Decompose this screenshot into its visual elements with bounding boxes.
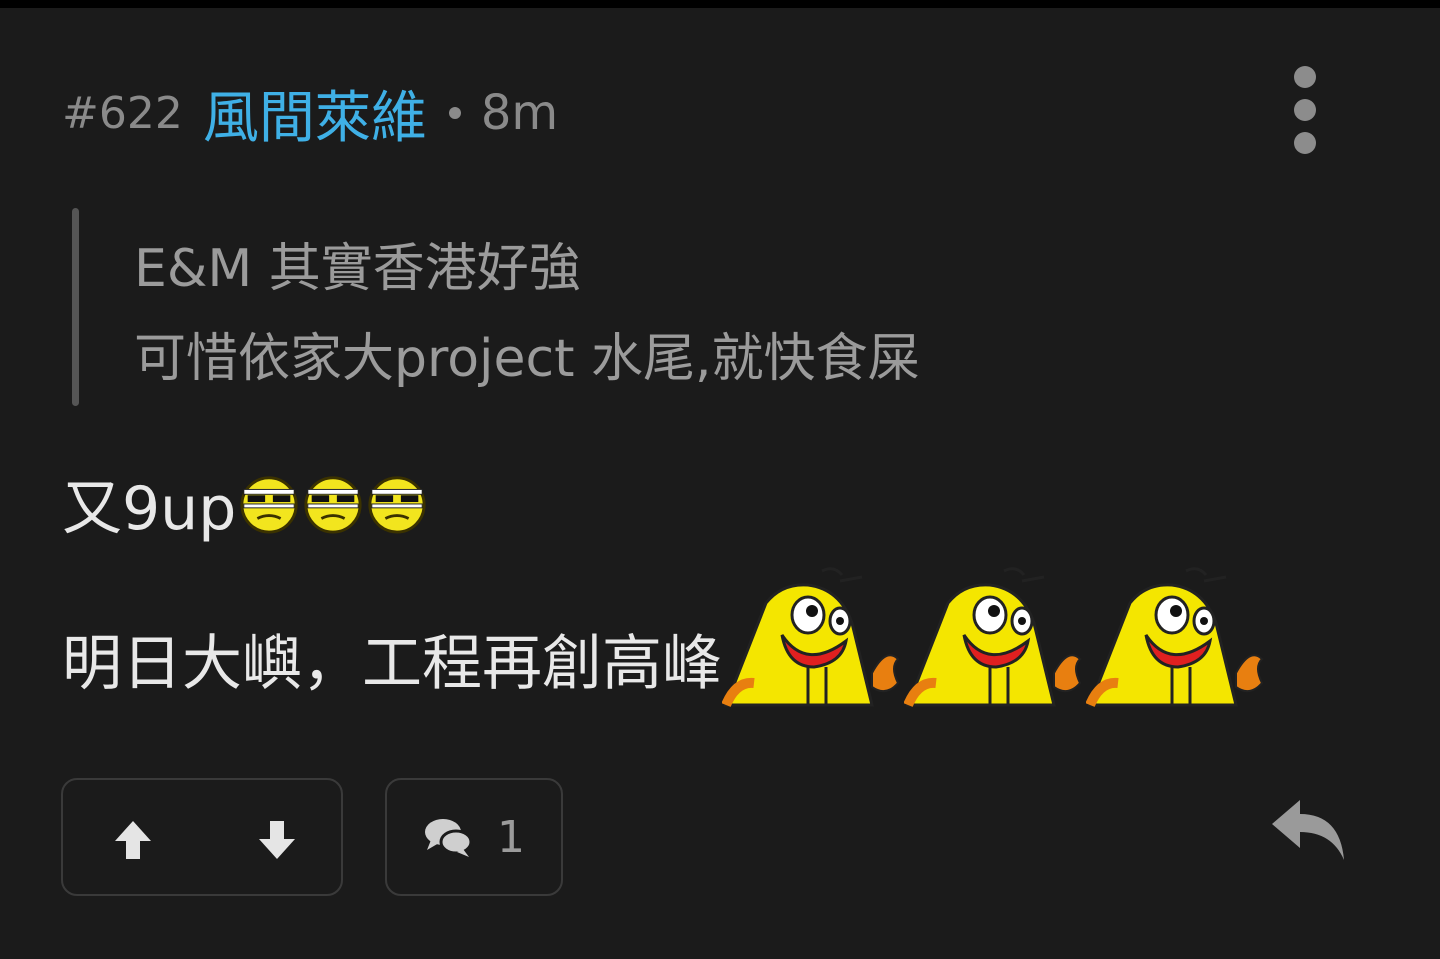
body-text: 又9up [62,473,237,544]
sunglasses-face-emoji [240,476,298,534]
arrow-up-icon [115,821,151,859]
more-dot-icon [1294,132,1316,154]
quoted-reply: E&M 其實香港好強 可惜依家大project 水尾,就快食屎 [72,208,1072,406]
quote-line: 可惜依家大project 水尾,就快食屎 [134,329,920,389]
yellow-chick-emoji [904,567,1082,708]
quote-line: E&M 其實香港好強 [134,239,581,299]
quote-bar [72,208,79,406]
username-link[interactable]: 風間萊維 [203,73,427,154]
body-line: 明日大嶼，工程再創高峰 [62,563,1268,708]
post-header: #622 風間萊維 8m [62,78,559,151]
vote-buttons [61,778,343,896]
comments-button[interactable]: 1 [385,778,563,896]
reply-button[interactable] [1270,798,1346,862]
comments-icon [425,819,473,857]
sunglasses-face-emoji [304,476,362,534]
downvote-button[interactable] [247,810,307,870]
body-line: 又9up [62,463,428,544]
upvote-button[interactable] [103,810,163,870]
reply-arrow-icon [1272,800,1344,860]
yellow-chick-emoji [722,567,900,708]
comment-count: 1 [497,811,525,863]
yellow-chick-emoji [1086,567,1264,708]
more-dot-icon [1294,99,1316,121]
sunglasses-face-emoji [368,476,426,534]
body-text: 明日大嶼，工程再創高峰 [62,629,722,699]
post-time: 8m [480,85,559,141]
arrow-down-icon [259,821,295,859]
post-number: #622 [62,87,183,139]
top-strip [0,0,1440,8]
more-options-button[interactable] [1285,66,1325,154]
more-dot-icon [1294,66,1316,88]
separator-dot [448,107,461,119]
reply-post: #622 風間萊維 8m E&M 其實香港好強 可惜依家大project 水尾,… [0,8,1440,959]
